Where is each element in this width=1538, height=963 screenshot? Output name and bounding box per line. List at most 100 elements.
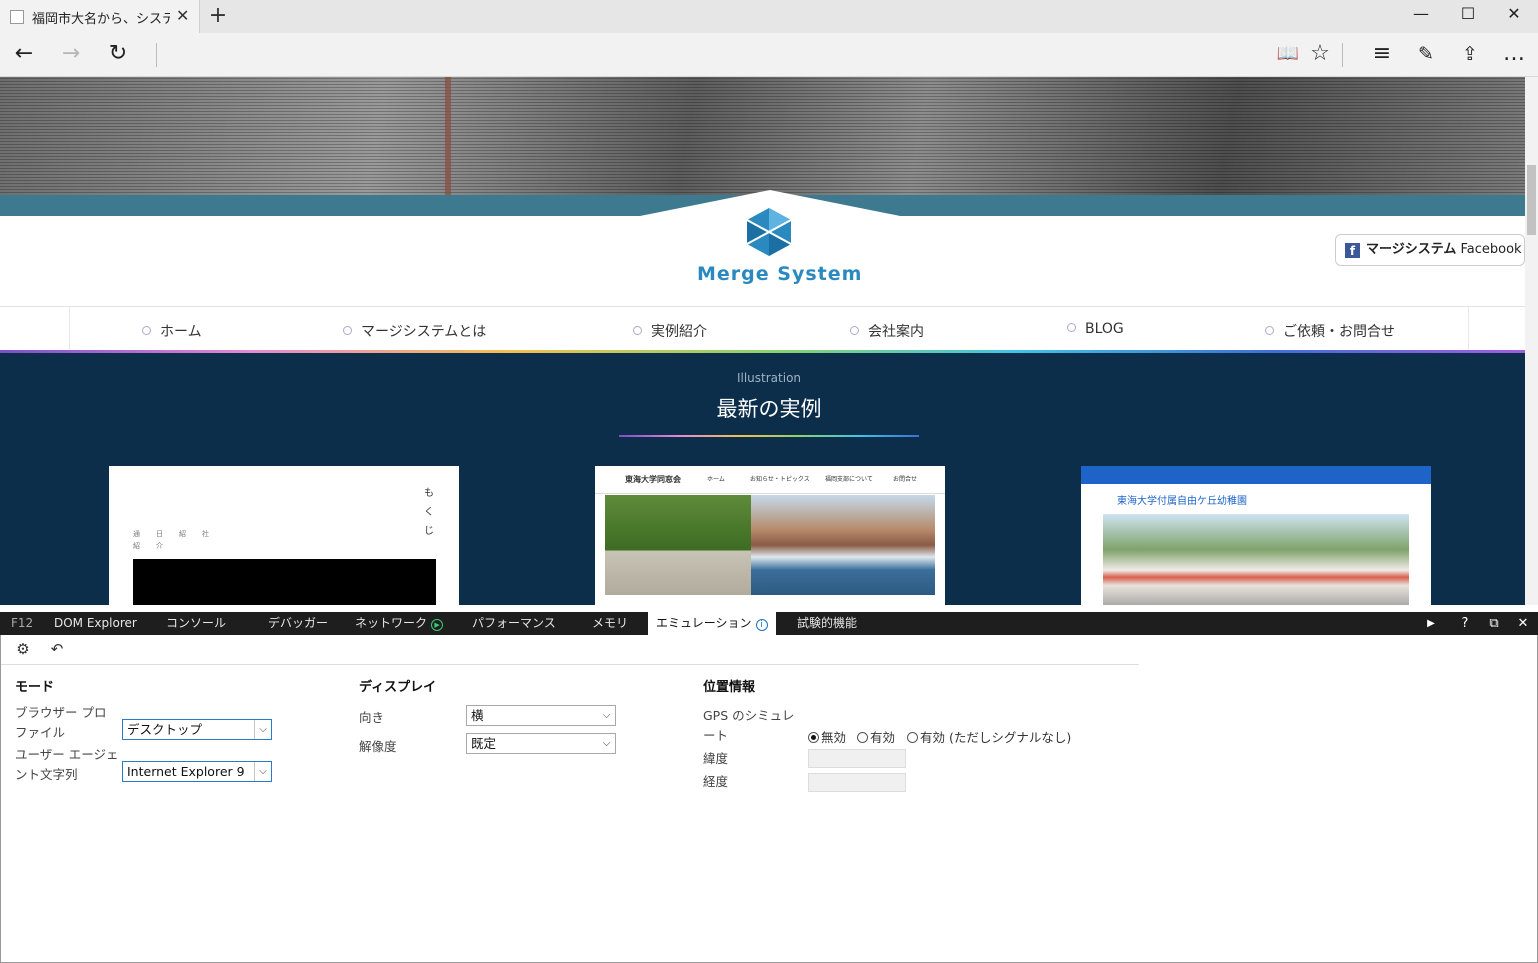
card2-photo-trees <box>605 495 751 595</box>
user-agent-label: ユーザー エージェント文字列 <box>15 747 119 782</box>
facebook-button[interactable]: f マージシステム Facebook <box>1335 234 1525 266</box>
undock-icon[interactable]: ⧉ <box>1483 612 1505 635</box>
web-note-icon[interactable]: ✎ <box>1410 39 1442 71</box>
orientation-select[interactable]: 横 ⌵ <box>466 705 616 726</box>
site-menu: ホーム マージシステムとは 実例紹介 会社案内 BLOG ご依頼・お問合せ <box>0 306 1525 352</box>
work-card-2[interactable]: 東海大学同窓会 ホーム お知らせ・トピックス 福岡支部について お問合せ <box>595 466 945 605</box>
tab-emulation[interactable]: エミュレーション i <box>648 612 776 635</box>
card2-link: お問合せ <box>893 476 918 483</box>
console-toggle-icon[interactable]: ▶ <box>1420 612 1442 635</box>
card1-small-text: 社 <box>202 530 209 538</box>
gps-on-no-signal-radio[interactable]: 有効 (ただしシグナルなし) <box>907 727 1071 746</box>
site-logo-text[interactable]: Merge System <box>697 263 862 285</box>
emulation-panel: ⚙ ↶ モード ブラウザー プロファイル デスクトップ ⌵ ユーザー エージェン… <box>0 635 1538 963</box>
tab-debugger[interactable]: デバッガー <box>268 612 328 635</box>
record-icon: ▶ <box>431 619 444 631</box>
section-title: 最新の実例 <box>716 397 822 421</box>
chevron-down-icon: ⌵ <box>254 762 271 781</box>
user-agent-select[interactable]: Internet Explorer 9 ⌵ <box>122 761 272 782</box>
scrollbar-thumb[interactable] <box>1527 165 1536 235</box>
new-tab-button[interactable]: + <box>206 3 230 28</box>
chevron-down-icon: ⌵ <box>602 710 611 721</box>
hub-icon[interactable]: ≡ <box>1366 39 1398 71</box>
latitude-label: 緯度 <box>703 751 729 766</box>
tab-network[interactable]: ネットワーク ▶ <box>355 612 444 635</box>
gps-on-radio[interactable]: 有効 <box>857 727 895 746</box>
page-scrollbar[interactable] <box>1525 77 1538 605</box>
gps-simulate-label: GPS のシミュレート <box>703 708 795 743</box>
facebook-icon: f <box>1345 243 1360 258</box>
latitude-input[interactable] <box>808 749 906 768</box>
browser-profile-value: デスクトップ <box>127 722 203 737</box>
card3-title: 東海大学付属自由ケ丘幼稚園 <box>1117 496 1247 507</box>
menu-item-label: ホーム <box>160 324 202 340</box>
close-window-button[interactable]: ✕ <box>1499 4 1529 28</box>
card1-small-text: 通紹 <box>133 530 140 550</box>
reading-view-icon[interactable]: 📖 <box>1272 39 1304 71</box>
tab-emulation-label: エミュレーション <box>656 616 752 630</box>
tab-close-icon[interactable]: ✕ <box>176 6 189 25</box>
tab-experiments[interactable]: 試験的機能 <box>797 612 857 635</box>
radio-label: 有効 (ただしシグナルなし) <box>920 730 1072 745</box>
resolution-value: 既定 <box>471 736 497 751</box>
tab-dom-explorer[interactable]: DOM Explorer <box>54 612 137 635</box>
facebook-brand: マージシステム <box>1366 242 1457 257</box>
gps-off-radio[interactable]: 無効 <box>808 727 846 746</box>
minimize-button[interactable]: — <box>1406 4 1436 28</box>
tab-title: 福岡市大名から、システム開発 <box>32 12 170 27</box>
bullet-icon <box>850 326 859 335</box>
more-icon[interactable]: … <box>1498 39 1530 71</box>
menu-item-works[interactable]: 実例紹介 <box>633 321 707 341</box>
card1-vertical-text: もくじ <box>424 488 434 537</box>
menu-container: ホーム マージシステムとは 実例紹介 会社案内 BLOG ご依頼・お問合せ <box>69 307 1469 351</box>
favorites-star-icon[interactable]: ☆ <box>1304 39 1336 71</box>
menu-item-contact[interactable]: ご依頼・お問合せ <box>1265 321 1395 341</box>
browser-profile-select[interactable]: デスクトップ ⌵ <box>122 719 272 740</box>
reset-undo-icon[interactable]: ↶ <box>47 640 67 658</box>
info-icon: i <box>755 619 768 631</box>
browser-profile-label: ブラウザー プロファイル <box>15 705 107 740</box>
bullet-icon <box>1265 326 1274 335</box>
merge-system-logo-icon[interactable] <box>745 207 793 257</box>
close-devtools-icon[interactable]: ✕ <box>1512 612 1534 635</box>
menu-item-blog[interactable]: BLOG <box>1067 321 1124 337</box>
settings-gear-icon[interactable]: ⚙ <box>13 640 33 658</box>
tab-performance[interactable]: パフォーマンス <box>472 612 556 635</box>
orientation-label: 向き <box>359 710 385 725</box>
menu-item-home[interactable]: ホーム <box>142 321 202 341</box>
bullet-icon <box>633 326 642 335</box>
menu-item-label: 実例紹介 <box>651 324 707 340</box>
menu-item-company[interactable]: 会社案内 <box>850 321 924 341</box>
resolution-select[interactable]: 既定 ⌵ <box>466 733 616 754</box>
toolbar-separator <box>1342 43 1343 67</box>
forward-button[interactable]: → <box>55 39 87 71</box>
bullet-icon <box>142 326 151 335</box>
radio-unchecked-icon <box>857 732 868 743</box>
menu-item-label: マージシステムとは <box>361 324 487 340</box>
work-card-3[interactable]: 東海大学付属自由ケ丘幼稚園 <box>1081 466 1431 605</box>
orientation-value: 横 <box>471 708 484 723</box>
card3-top-bar <box>1081 466 1431 484</box>
tab-memory[interactable]: メモリ <box>592 612 628 635</box>
tab-console[interactable]: コンソール <box>166 612 226 635</box>
radio-label: 有効 <box>870 730 896 745</box>
card2-link: 福岡支部について <box>825 476 873 483</box>
menu-item-about[interactable]: マージシステムとは <box>343 321 486 341</box>
help-icon[interactable]: ? <box>1454 612 1476 635</box>
share-icon[interactable]: ⇪ <box>1454 39 1486 71</box>
address-separator <box>156 43 157 67</box>
page-viewport: Merge System f マージシステム Facebook ホーム マージシ… <box>0 77 1538 605</box>
page-favicon-icon <box>10 10 24 24</box>
work-card-1[interactable]: もくじ 通紹 日介 紹 社 <box>109 466 459 605</box>
card1-image <box>133 559 436 605</box>
bullet-icon <box>1067 323 1076 332</box>
navigation-bar: ← → ↻ 📖 ☆ ≡ ✎ ⇪ … <box>0 33 1538 77</box>
longitude-input[interactable] <box>808 773 906 792</box>
geolocation-title: 位置情報 <box>703 680 756 695</box>
back-button[interactable]: ← <box>8 39 40 71</box>
refresh-button[interactable]: ↻ <box>102 39 134 71</box>
browser-tab[interactable]: 福岡市大名から、システム開発 ✕ <box>0 0 200 33</box>
menu-item-label: ご依頼・お問合せ <box>1283 324 1395 340</box>
maximize-button[interactable]: ☐ <box>1453 4 1483 28</box>
longitude-label: 経度 <box>703 774 729 789</box>
